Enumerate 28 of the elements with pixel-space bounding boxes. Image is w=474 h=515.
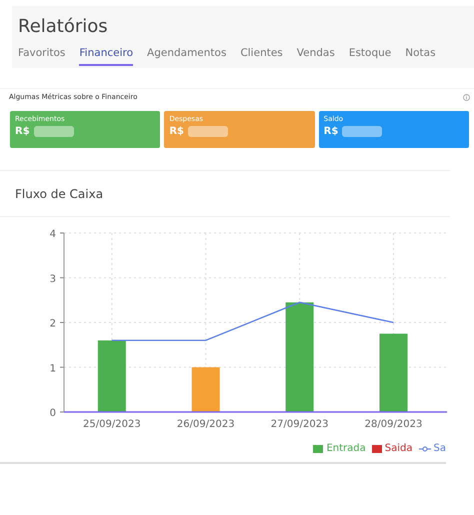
legend-label[interactable]: Sa	[434, 443, 446, 454]
x-tick-label: 27/09/2023	[270, 419, 328, 430]
tab[interactable]: Estoque	[348, 47, 392, 66]
info-icon[interactable]	[463, 94, 470, 100]
legend-label[interactable]: Entrada	[326, 443, 366, 454]
page-title: Relatórios	[18, 16, 109, 37]
tab[interactable]: Notas	[405, 47, 436, 66]
x-tick-label: 25/09/2023	[83, 419, 141, 430]
currency-symbol: R$	[324, 126, 338, 137]
section-title: Fluxo de Caixa	[15, 187, 104, 201]
tab[interactable]: Financeiro	[79, 47, 134, 66]
hidden-value-bar	[342, 126, 382, 137]
currency-symbol: R$	[169, 126, 184, 137]
tab[interactable]: Vendas	[296, 47, 335, 66]
tab[interactable]: Agendamentos	[147, 47, 226, 66]
x-tick-label: 26/09/2023	[176, 419, 235, 430]
hidden-value-bar	[34, 126, 74, 137]
y-tick-label: 2	[50, 318, 56, 330]
hidden-value-bar	[188, 126, 228, 137]
y-tick-label: 1	[50, 363, 56, 374]
legend-label[interactable]: Saida	[384, 443, 413, 454]
tab[interactable]: Clientes	[240, 47, 283, 66]
y-tick-label: 3	[50, 274, 56, 285]
tab[interactable]: Favoritos	[18, 47, 66, 66]
x-tick-label: 28/09/2023	[364, 419, 422, 430]
currency-symbol: R$	[15, 126, 30, 137]
y-tick-label: 0	[50, 408, 56, 419]
y-tick-label: 4	[50, 229, 56, 240]
